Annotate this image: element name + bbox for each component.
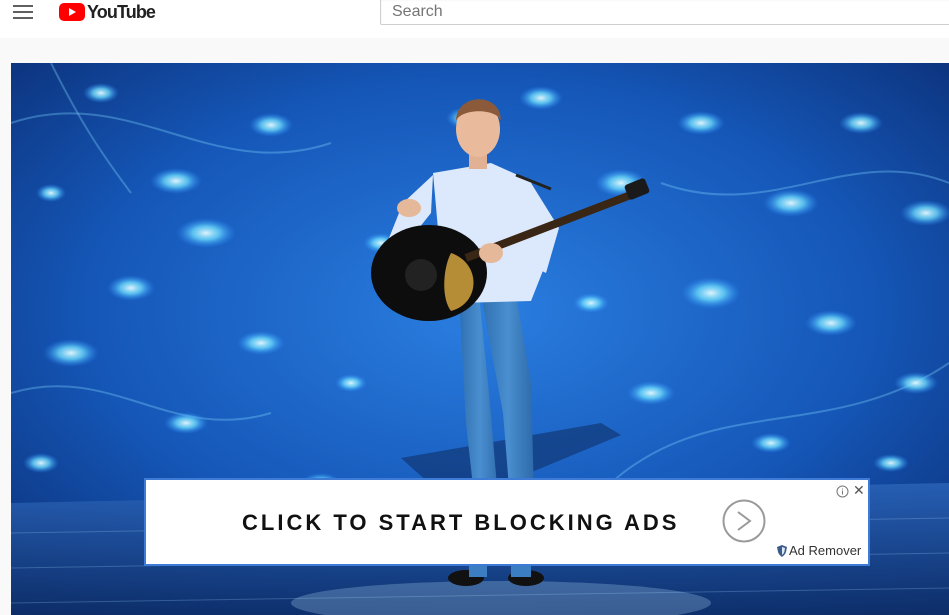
ad-banner[interactable]: CLICK TO START BLOCKING ADS ✕ Ad Remover <box>144 478 870 566</box>
search-input[interactable] <box>381 0 949 24</box>
search-box[interactable] <box>380 0 949 25</box>
logo-text: YouTube <box>87 2 156 22</box>
info-icon[interactable] <box>836 485 849 498</box>
masthead: YouTube <box>0 0 949 38</box>
youtube-logo[interactable]: YouTube <box>59 2 156 22</box>
youtube-logo-icon <box>59 3 85 21</box>
menu-icon[interactable] <box>13 4 33 20</box>
play-arrow-icon[interactable] <box>722 499 766 543</box>
ad-cta-text[interactable]: CLICK TO START BLOCKING ADS <box>242 510 679 536</box>
shield-icon <box>777 544 787 557</box>
ad-brand[interactable]: Ad Remover <box>777 543 861 558</box>
ad-brand-label: Ad Remover <box>789 543 862 558</box>
close-icon[interactable]: ✕ <box>853 483 865 498</box>
